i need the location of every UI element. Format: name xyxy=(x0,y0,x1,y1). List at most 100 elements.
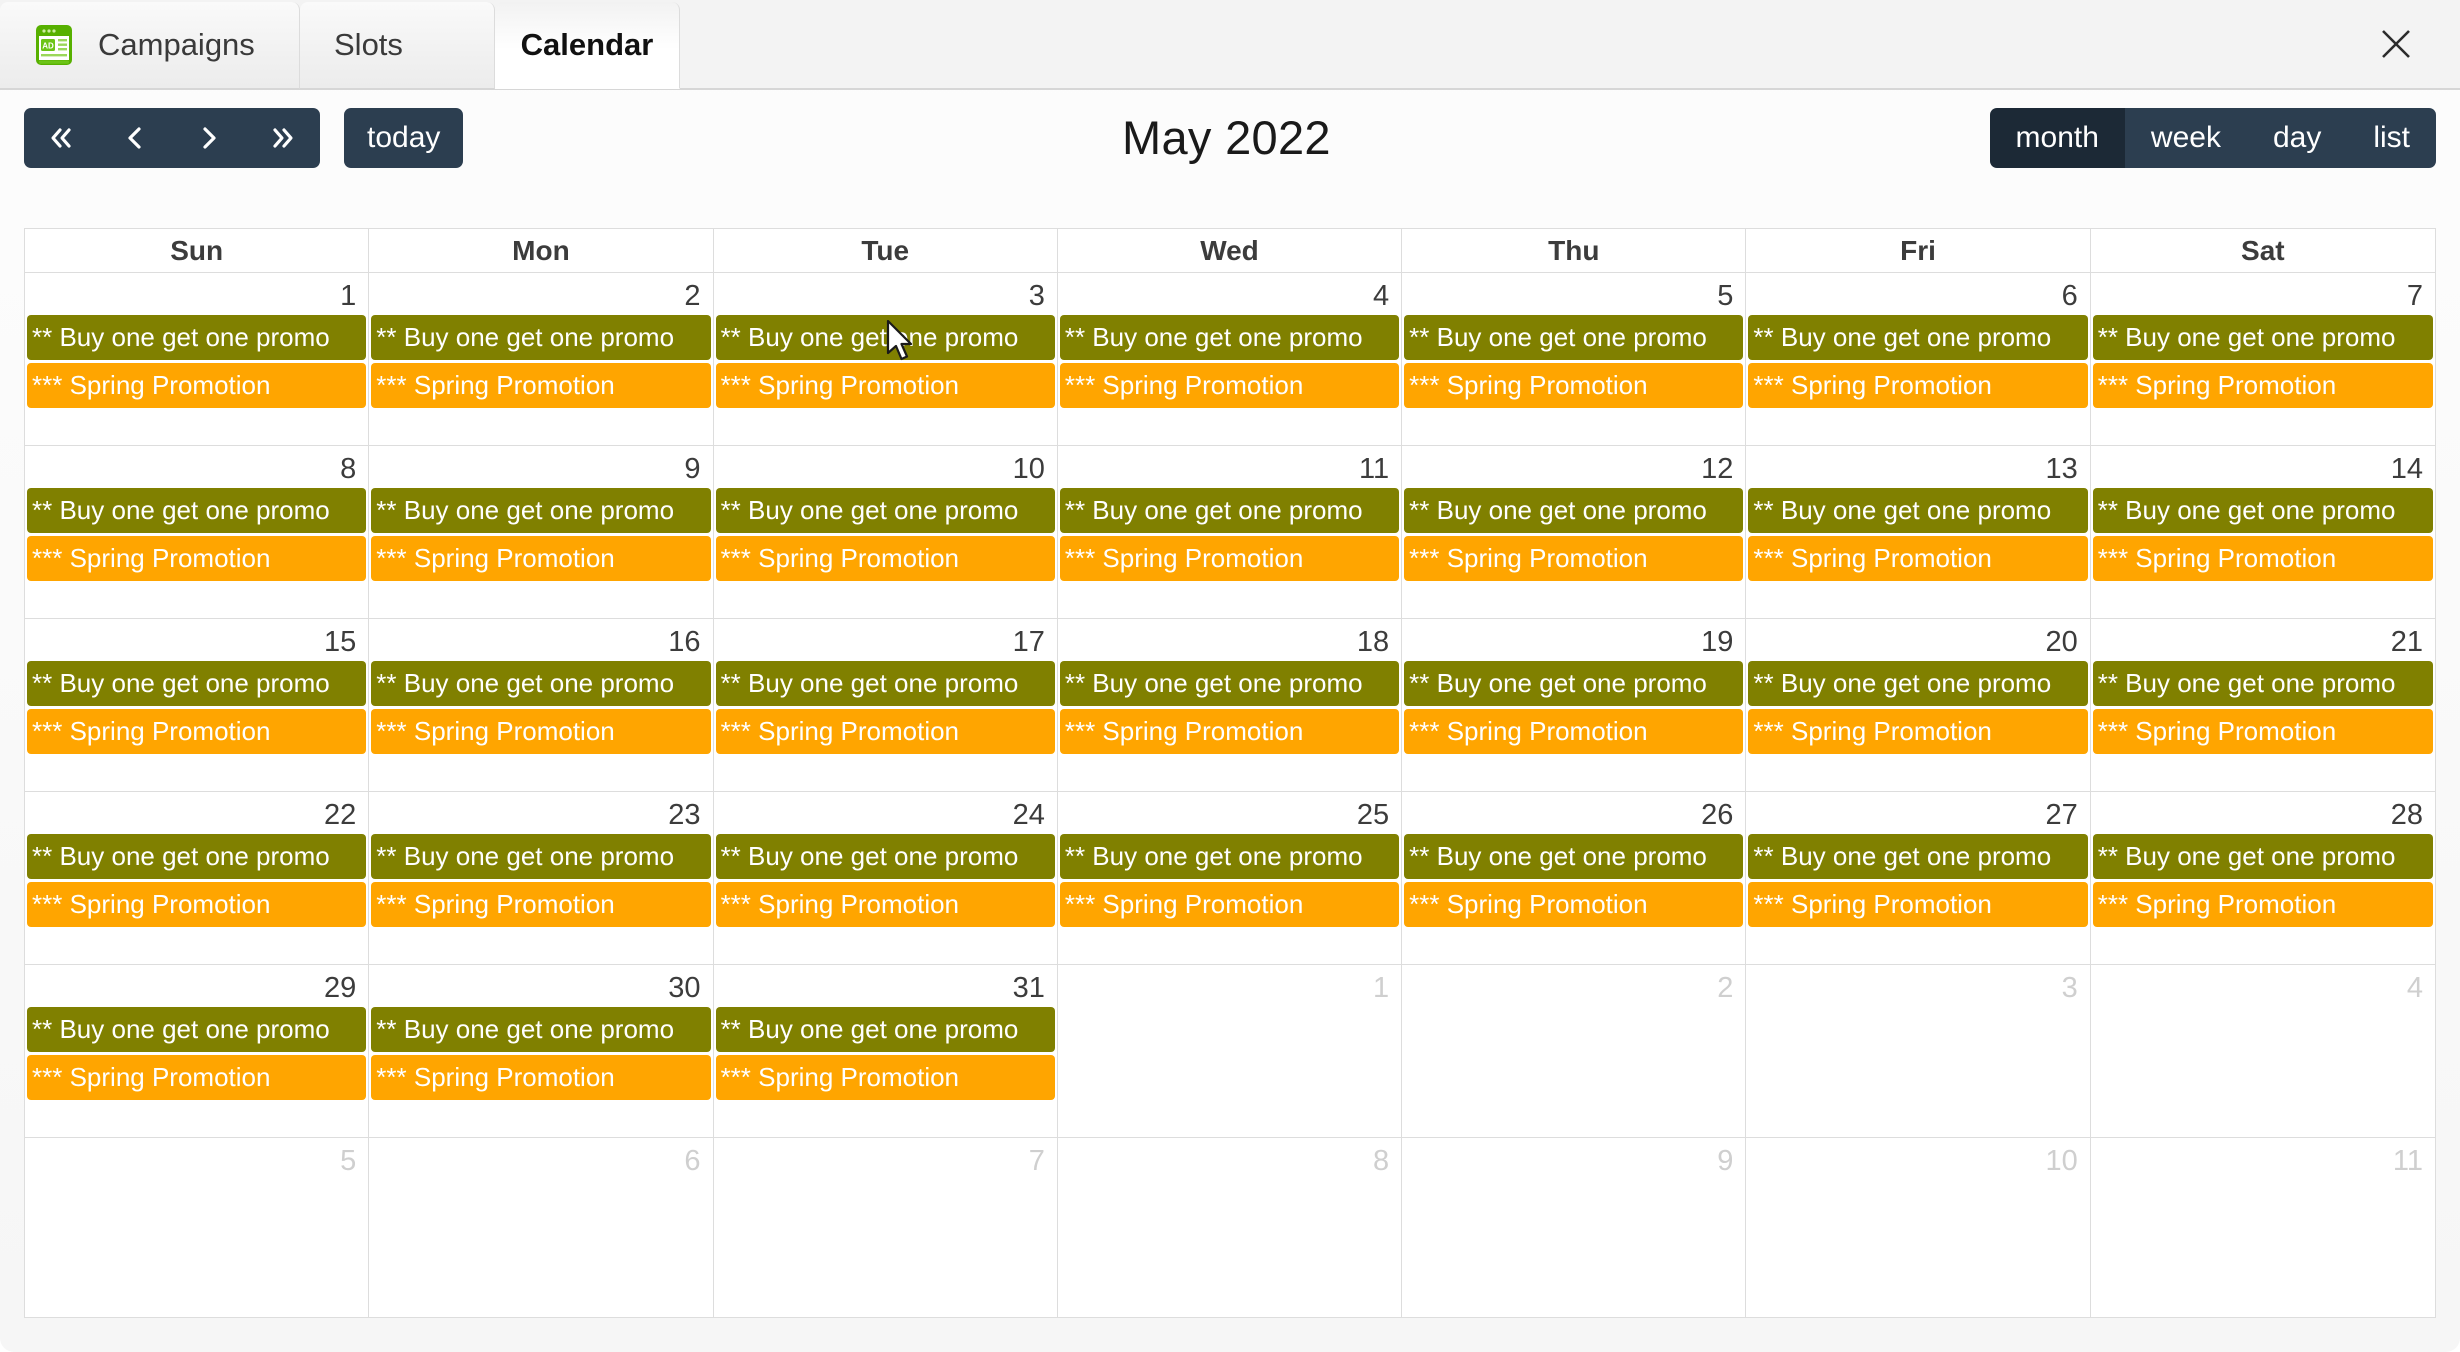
calendar-event-spring[interactable]: *** Spring Promotion xyxy=(371,363,711,409)
calendar-event-promo[interactable]: ** Buy one get one promo xyxy=(715,488,1055,534)
calendar-event-spring[interactable]: *** Spring Promotion xyxy=(1748,536,2088,582)
day-cell[interactable]: 9 xyxy=(1402,1138,1747,1317)
tab-slots[interactable]: Slots xyxy=(300,2,495,89)
calendar-event-promo[interactable]: ** Buy one get one promo xyxy=(371,1007,711,1053)
day-cell[interactable]: 5 ** Buy one get one promo *** Spring Prom… xyxy=(1402,273,1747,445)
view-button-day[interactable]: day xyxy=(2246,108,2348,168)
day-cell[interactable]: 30 ** Buy one get one promo *** Spring Pro… xyxy=(369,965,714,1137)
day-cell[interactable]: 21 ** Buy one get one promo *** Spring Pro… xyxy=(2090,619,2435,791)
next-year-button[interactable] xyxy=(246,108,320,168)
tab-calendar[interactable]: Calendar xyxy=(495,2,680,89)
day-cell[interactable]: 28 ** Buy one get one promo *** Spring Pro… xyxy=(2090,792,2435,964)
day-cell[interactable]: 3 xyxy=(1746,965,2091,1137)
calendar-event-spring[interactable]: *** Spring Promotion xyxy=(1059,709,1400,755)
calendar-event-spring[interactable]: *** Spring Promotion xyxy=(1748,882,2088,928)
day-cell[interactable]: 5 xyxy=(25,1138,370,1317)
day-cell[interactable]: 6 xyxy=(369,1138,714,1317)
calendar-event-spring[interactable]: *** Spring Promotion xyxy=(2092,709,2433,755)
calendar-event-spring[interactable]: *** Spring Promotion xyxy=(1059,536,1400,582)
day-cell[interactable]: 11 xyxy=(2090,1138,2435,1317)
calendar-event-promo[interactable]: ** Buy one get one promo xyxy=(1404,661,1744,707)
day-cell[interactable]: 15 ** Buy one get one promo *** Spring Pro… xyxy=(25,619,370,791)
calendar-event-promo[interactable]: ** Buy one get one promo xyxy=(2092,661,2433,707)
calendar-event-spring[interactable]: *** Spring Promotion xyxy=(715,1055,1055,1101)
day-cell[interactable]: 4 xyxy=(2090,965,2435,1137)
calendar-event-spring[interactable]: *** Spring Promotion xyxy=(371,709,711,755)
calendar-event-spring[interactable]: *** Spring Promotion xyxy=(715,536,1055,582)
day-cell[interactable]: 19 ** Buy one get one promo *** Spring Pro… xyxy=(1402,619,1747,791)
calendar-event-spring[interactable]: *** Spring Promotion xyxy=(1404,882,1744,928)
calendar-event-promo[interactable]: ** Buy one get one promo xyxy=(1059,488,1400,534)
calendar-event-spring[interactable]: *** Spring Promotion xyxy=(371,882,711,928)
day-cell[interactable]: 25 ** Buy one get one promo *** Spring Pro… xyxy=(1057,792,1403,964)
calendar-event-spring[interactable]: *** Spring Promotion xyxy=(371,1055,711,1101)
calendar-event-promo[interactable]: ** Buy one get one promo xyxy=(715,315,1055,361)
calendar-event-spring[interactable]: *** Spring Promotion xyxy=(371,536,711,582)
day-cell[interactable]: 10 xyxy=(1746,1138,2091,1317)
view-button-month[interactable]: month xyxy=(1989,108,2125,168)
day-cell[interactable]: 17 ** Buy one get one promo *** Spring Pro… xyxy=(713,619,1058,791)
day-cell[interactable]: 1 xyxy=(1057,965,1403,1137)
day-cell[interactable]: 13 ** Buy one get one promo *** Spring Pro… xyxy=(1746,446,2091,618)
day-cell[interactable]: 14 ** Buy one get one promo *** Spring Pro… xyxy=(2090,446,2435,618)
day-cell[interactable]: 10 ** Buy one get one promo *** Spring Pro… xyxy=(713,446,1058,618)
day-cell[interactable]: 26 ** Buy one get one promo *** Spring Pro… xyxy=(1402,792,1747,964)
day-cell[interactable]: 18 ** Buy one get one promo *** Spring Pro… xyxy=(1057,619,1403,791)
day-cell[interactable]: 9 ** Buy one get one promo *** Spring Prom… xyxy=(369,446,714,618)
calendar-event-promo[interactable]: ** Buy one get one promo xyxy=(1748,661,2088,707)
calendar-event-spring[interactable]: *** Spring Promotion xyxy=(2092,882,2433,928)
day-cell[interactable]: 3 ** Buy one get one promo *** Spring Prom… xyxy=(713,273,1058,445)
calendar-event-promo[interactable]: ** Buy one get one promo xyxy=(715,1007,1055,1053)
calendar-event-spring[interactable]: *** Spring Promotion xyxy=(715,363,1055,409)
calendar-event-promo[interactable]: ** Buy one get one promo xyxy=(1059,834,1400,880)
calendar-event-spring[interactable]: *** Spring Promotion xyxy=(1404,363,1744,409)
calendar-event-spring[interactable]: *** Spring Promotion xyxy=(715,709,1055,755)
calendar-event-promo[interactable]: ** Buy one get one promo xyxy=(1059,661,1400,707)
calendar-event-promo[interactable]: ** Buy one get one promo xyxy=(2092,834,2433,880)
calendar-event-promo[interactable]: ** Buy one get one promo xyxy=(27,834,367,880)
calendar-event-promo[interactable]: ** Buy one get one promo xyxy=(27,1007,367,1053)
calendar-event-promo[interactable]: ** Buy one get one promo xyxy=(371,488,711,534)
calendar-event-promo[interactable]: ** Buy one get one promo xyxy=(371,315,711,361)
calendar-event-promo[interactable]: ** Buy one get one promo xyxy=(27,488,367,534)
calendar-event-spring[interactable]: *** Spring Promotion xyxy=(2092,536,2433,582)
calendar-event-spring[interactable]: *** Spring Promotion xyxy=(27,536,367,582)
view-button-week[interactable]: week xyxy=(2124,108,2247,168)
close-button[interactable] xyxy=(2368,16,2424,72)
today-button[interactable]: today xyxy=(344,108,464,168)
day-cell[interactable]: 1 ** Buy one get one promo *** Spring Prom… xyxy=(25,273,370,445)
day-cell[interactable]: 2 xyxy=(1402,965,1747,1137)
day-cell[interactable]: 11 ** Buy one get one promo *** Spring Pro… xyxy=(1057,446,1403,618)
tab-campaigns[interactable]: AD Campaigns xyxy=(0,2,300,89)
calendar-event-promo[interactable]: ** Buy one get one promo xyxy=(2092,488,2433,534)
calendar-event-spring[interactable]: *** Spring Promotion xyxy=(1748,709,2088,755)
day-cell[interactable]: 8 ** Buy one get one promo *** Spring Prom… xyxy=(25,446,370,618)
calendar-event-promo[interactable]: ** Buy one get one promo xyxy=(715,661,1055,707)
prev-month-button[interactable] xyxy=(98,108,172,168)
day-cell[interactable]: 29 ** Buy one get one promo *** Spring Pro… xyxy=(25,965,370,1137)
day-cell[interactable]: 7 ** Buy one get one promo *** Spring Prom… xyxy=(2090,273,2435,445)
prev-year-button[interactable] xyxy=(24,108,98,168)
calendar-event-promo[interactable]: ** Buy one get one promo xyxy=(1404,315,1744,361)
day-cell[interactable]: 22 ** Buy one get one promo *** Spring Pro… xyxy=(25,792,370,964)
day-cell[interactable]: 8 xyxy=(1057,1138,1403,1317)
day-cell[interactable]: 31 ** Buy one get one promo *** Spring Pro… xyxy=(713,965,1058,1137)
day-cell[interactable]: 7 xyxy=(713,1138,1058,1317)
day-cell[interactable]: 20 ** Buy one get one promo *** Spring Pro… xyxy=(1746,619,2091,791)
day-cell[interactable]: 4 ** Buy one get one promo *** Spring Prom… xyxy=(1057,273,1403,445)
calendar-event-promo[interactable]: ** Buy one get one promo xyxy=(715,834,1055,880)
calendar-event-spring[interactable]: *** Spring Promotion xyxy=(2092,363,2433,409)
next-month-button[interactable] xyxy=(172,108,246,168)
calendar-event-promo[interactable]: ** Buy one get one promo xyxy=(1059,315,1400,361)
calendar-event-promo[interactable]: ** Buy one get one promo xyxy=(1748,488,2088,534)
calendar-event-promo[interactable]: ** Buy one get one promo xyxy=(1404,488,1744,534)
calendar-event-spring[interactable]: *** Spring Promotion xyxy=(1059,363,1400,409)
calendar-event-promo[interactable]: ** Buy one get one promo xyxy=(1748,315,2088,361)
calendar-event-spring[interactable]: *** Spring Promotion xyxy=(1404,536,1744,582)
calendar-event-spring[interactable]: *** Spring Promotion xyxy=(27,882,367,928)
calendar-event-spring[interactable]: *** Spring Promotion xyxy=(715,882,1055,928)
calendar-event-spring[interactable]: *** Spring Promotion xyxy=(27,363,367,409)
day-cell[interactable]: 23 ** Buy one get one promo *** Spring Pro… xyxy=(369,792,714,964)
calendar-event-promo[interactable]: ** Buy one get one promo xyxy=(1748,834,2088,880)
day-cell[interactable]: 24 ** Buy one get one promo *** Spring Pro… xyxy=(713,792,1058,964)
